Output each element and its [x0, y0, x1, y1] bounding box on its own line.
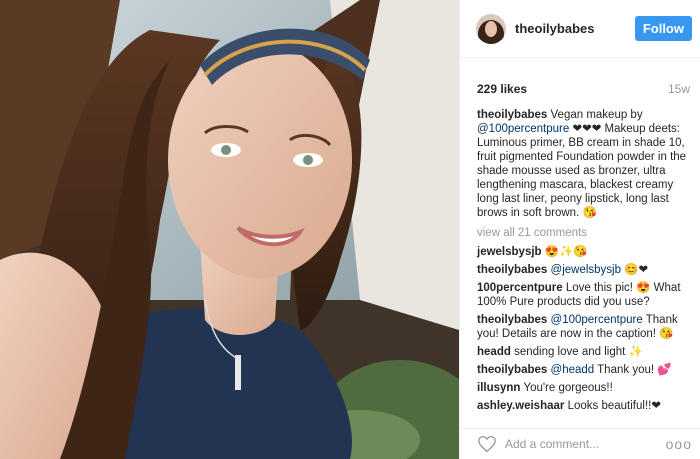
post-timestamp[interactable]: 15w — [668, 82, 690, 96]
comment-mention[interactable]: @jewelsbysjb — [551, 264, 621, 276]
comment-bar: Add a comment... ooo — [460, 428, 700, 459]
comment-username[interactable]: theoilybabes — [477, 314, 547, 326]
comment-item: headd sending love and light ✨ — [477, 345, 690, 359]
comment-item: illusynn You're gorgeous!! — [477, 381, 690, 395]
post-photo[interactable] — [0, 0, 459, 459]
caption-text-pre: Vegan makeup by — [550, 109, 643, 121]
comment-text: 😊❤ — [621, 264, 649, 276]
caption-username[interactable]: theoilybabes — [477, 109, 547, 121]
comment-item: theoilybabes @100percentpure Thank you! … — [477, 313, 690, 341]
comment-text: Thank you! 💕 — [594, 364, 672, 376]
caption-mention[interactable]: @100percentpure — [477, 123, 569, 135]
comments-list: theoilybabes Vegan makeup by @100percent… — [460, 102, 700, 428]
selfie-image — [0, 0, 459, 459]
comment-mention[interactable]: @headd — [551, 364, 595, 376]
comment-text: 😍✨😘 — [544, 246, 588, 258]
comment-username[interactable]: jewelsbysjb — [477, 246, 542, 258]
post-sidebar: theoilybabes Follow 229 likes 15w theoil… — [459, 0, 700, 459]
comment-item: theoilybabes @jewelsbysjb 😊❤ — [477, 263, 690, 277]
comment-text: Looks beautiful!!❤ — [567, 400, 661, 412]
comment-username[interactable]: illusynn — [477, 382, 520, 394]
comment-text: You're gorgeous!! — [523, 382, 613, 394]
post-meta: 229 likes 15w — [460, 58, 700, 102]
comment-username[interactable]: headd — [477, 346, 511, 358]
comment-item: 100percentpure Love this pic! 😍 What 100… — [477, 281, 690, 309]
post-author-username[interactable]: theoilybabes — [515, 21, 635, 36]
comment-username[interactable]: theoilybabes — [477, 364, 547, 376]
more-options-icon[interactable]: ooo — [666, 436, 692, 452]
comment-username[interactable]: ashley.weishaar — [477, 400, 564, 412]
caption-text-post: ❤❤❤ Makeup deets: Luminous primer, BB cr… — [477, 123, 687, 219]
likes-count[interactable]: 229 likes — [477, 82, 527, 96]
avatar-image — [476, 13, 506, 44]
like-heart-icon[interactable] — [477, 435, 497, 453]
comment-username[interactable]: theoilybabes — [477, 264, 547, 276]
add-comment-input[interactable]: Add a comment... — [505, 437, 666, 451]
avatar[interactable] — [476, 13, 506, 44]
comment-mention[interactable]: @100percentpure — [551, 314, 643, 326]
comment-item: ashley.weishaar Looks beautiful!!❤ — [477, 399, 690, 413]
comment-item: theoilybabes @headd Thank you! 💕 — [477, 363, 690, 377]
post-frame: theoilybabes Follow 229 likes 15w theoil… — [0, 0, 700, 459]
view-all-comments-link[interactable]: view all 21 comments — [477, 226, 690, 240]
post-caption: theoilybabes Vegan makeup by @100percent… — [477, 108, 690, 220]
comment-text: sending love and light ✨ — [514, 346, 643, 358]
comment-username[interactable]: 100percentpure — [477, 282, 563, 294]
follow-button[interactable]: Follow — [634, 16, 692, 41]
comment-item: jewelsbysjb 😍✨😘 — [477, 245, 690, 259]
post-header: theoilybabes Follow — [460, 0, 700, 58]
